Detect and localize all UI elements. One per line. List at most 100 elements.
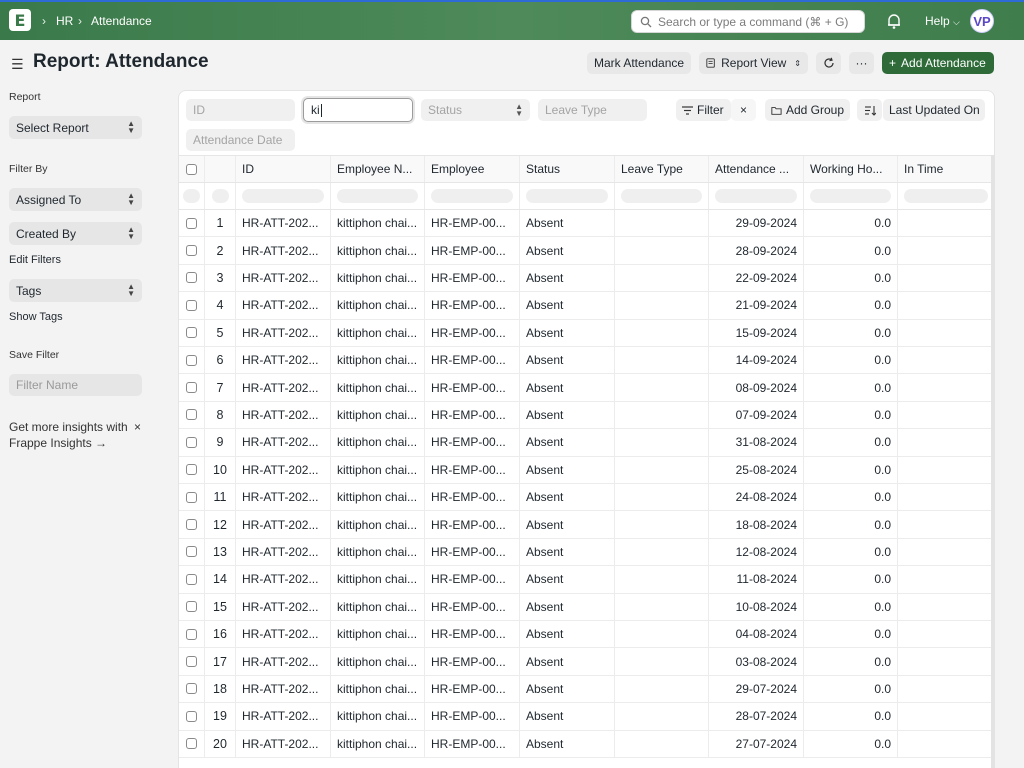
cell-status[interactable]: Absent xyxy=(520,374,615,401)
cell-attendance-date[interactable]: 08-09-2024 xyxy=(709,374,804,401)
cell-id[interactable]: HR-ATT-202... xyxy=(236,429,331,456)
table-row[interactable]: 17 HR-ATT-202... kittiphon chai... HR-EMP-0… xyxy=(179,648,994,676)
cell-in-time[interactable] xyxy=(898,676,994,702)
cell-status[interactable]: Absent xyxy=(520,319,615,346)
cell-status[interactable]: Absent xyxy=(520,292,615,319)
column-header-in-time[interactable]: In Time xyxy=(898,156,994,182)
cell-working-hours[interactable]: 0.0 xyxy=(804,210,898,237)
attendance-date-filter-input[interactable]: Attendance Date xyxy=(186,129,295,151)
table-row[interactable]: 2 HR-ATT-202... kittiphon chai... HR-EMP-00… xyxy=(179,237,994,265)
row-checkbox[interactable] xyxy=(186,299,197,311)
cell-attendance-date[interactable]: 28-09-2024 xyxy=(709,237,804,264)
cell-status[interactable]: Absent xyxy=(520,648,615,675)
cell-employee[interactable]: HR-EMP-00... xyxy=(425,456,520,483)
cell-id[interactable]: HR-ATT-202... xyxy=(236,511,331,538)
leave-type-filter-input[interactable]: Leave Type xyxy=(538,99,647,121)
cell-employee[interactable]: HR-EMP-00... xyxy=(425,730,520,757)
column-filter-input[interactable] xyxy=(715,189,797,203)
cell-working-hours[interactable]: 0.0 xyxy=(804,621,898,648)
table-row[interactable]: 7 HR-ATT-202... kittiphon chai... HR-EMP-00… xyxy=(179,374,994,402)
cell-in-time[interactable] xyxy=(898,265,994,291)
show-tags-link[interactable]: Show Tags xyxy=(9,311,63,323)
cell-working-hours[interactable]: 0.0 xyxy=(804,429,898,456)
cell-in-time[interactable] xyxy=(898,484,994,510)
table-row[interactable]: 4 HR-ATT-202... kittiphon chai... HR-EMP-00… xyxy=(179,292,994,320)
sort-order-button[interactable] xyxy=(857,99,882,121)
table-row[interactable]: 18 HR-ATT-202... kittiphon chai... HR-EMP-0… xyxy=(179,675,994,704)
cell-employee[interactable]: HR-EMP-00... xyxy=(425,648,520,675)
column-header-id[interactable]: ID xyxy=(236,156,331,182)
column-header-status[interactable]: Status xyxy=(520,156,615,182)
cell-id[interactable]: HR-ATT-202... xyxy=(236,374,331,401)
cell-leave-type[interactable] xyxy=(615,292,709,319)
cell-attendance-date[interactable]: 31-08-2024 xyxy=(709,429,804,456)
cell-employee[interactable]: HR-EMP-00... xyxy=(425,374,520,401)
cell-employee[interactable]: HR-EMP-00... xyxy=(425,347,520,374)
cell-employee-name[interactable]: kittiphon chai... xyxy=(331,210,425,237)
cell-working-hours[interactable]: 0.0 xyxy=(804,374,898,401)
cell-leave-type[interactable] xyxy=(615,347,709,374)
cell-status[interactable]: Absent xyxy=(520,401,615,429)
cell-id[interactable]: HR-ATT-202... xyxy=(236,237,331,264)
row-checkbox[interactable] xyxy=(186,573,197,585)
column-header-working-hours[interactable]: Working Ho... xyxy=(804,156,898,182)
cell-leave-type[interactable] xyxy=(615,237,709,264)
cell-status[interactable]: Absent xyxy=(520,347,615,374)
cell-in-time[interactable] xyxy=(898,237,994,263)
column-filter-input[interactable] xyxy=(242,189,324,203)
more-options-button[interactable]: ··· xyxy=(849,52,874,74)
sidebar-toggle-icon[interactable]: ☰ xyxy=(11,56,24,73)
cell-leave-type[interactable] xyxy=(615,210,709,237)
close-icon[interactable]: × xyxy=(134,420,141,434)
cell-employee-name[interactable]: kittiphon chai... xyxy=(331,347,425,374)
cell-employee-name[interactable]: kittiphon chai... xyxy=(331,703,425,730)
cell-employee[interactable]: HR-EMP-00... xyxy=(425,566,520,593)
report-view-button[interactable]: Report View ⇕ xyxy=(699,52,808,74)
cell-id[interactable]: HR-ATT-202... xyxy=(236,703,331,730)
edit-filters-link[interactable]: Edit Filters xyxy=(9,254,61,266)
cell-employee[interactable]: HR-EMP-00... xyxy=(425,237,520,264)
filter-name-input[interactable]: Filter Name xyxy=(9,374,142,396)
table-row[interactable]: 3 HR-ATT-202... kittiphon chai... HR-EMP-00… xyxy=(179,264,994,293)
clear-filter-button[interactable]: × xyxy=(731,99,756,121)
cell-employee-name[interactable]: kittiphon chai... xyxy=(331,374,425,401)
row-checkbox[interactable] xyxy=(186,327,197,339)
cell-working-hours[interactable]: 0.0 xyxy=(804,703,898,730)
cell-in-time[interactable] xyxy=(898,320,994,346)
cell-id[interactable]: HR-ATT-202... xyxy=(236,675,331,703)
cell-id[interactable]: HR-ATT-202... xyxy=(236,292,331,319)
cell-employee-name[interactable]: kittiphon chai... xyxy=(331,429,425,456)
column-filter-input[interactable] xyxy=(183,189,200,203)
column-filter-input[interactable] xyxy=(337,189,418,203)
cell-employee-name[interactable]: kittiphon chai... xyxy=(331,292,425,319)
row-checkbox[interactable] xyxy=(186,519,197,531)
row-checkbox[interactable] xyxy=(186,601,197,613)
row-checkbox[interactable] xyxy=(186,491,197,503)
cell-leave-type[interactable] xyxy=(615,511,709,538)
table-row[interactable]: 5 HR-ATT-202... kittiphon chai... HR-EMP-00… xyxy=(179,319,994,347)
app-logo[interactable]: E xyxy=(9,9,31,31)
help-menu[interactable]: Help ⌵ xyxy=(925,14,960,28)
filter-button[interactable]: Filter xyxy=(676,99,731,121)
cell-attendance-date[interactable]: 04-08-2024 xyxy=(709,621,804,648)
add-attendance-button[interactable]: + Add Attendance xyxy=(882,52,994,74)
cell-id[interactable]: HR-ATT-202... xyxy=(236,566,331,593)
row-checkbox[interactable] xyxy=(186,354,197,366)
select-all-checkbox[interactable] xyxy=(186,163,197,175)
cell-employee-name[interactable]: kittiphon chai... xyxy=(331,621,425,648)
bell-icon[interactable] xyxy=(886,12,902,30)
cell-leave-type[interactable] xyxy=(615,456,709,483)
cell-attendance-date[interactable]: 14-09-2024 xyxy=(709,347,804,374)
cell-attendance-date[interactable]: 27-07-2024 xyxy=(709,730,804,757)
cell-id[interactable]: HR-ATT-202... xyxy=(236,347,331,374)
avatar[interactable]: VP xyxy=(970,9,994,33)
cell-in-time[interactable] xyxy=(898,292,994,318)
cell-leave-type[interactable] xyxy=(615,374,709,401)
cell-attendance-date[interactable]: 24-08-2024 xyxy=(709,484,804,511)
cell-attendance-date[interactable]: 15-09-2024 xyxy=(709,319,804,346)
cell-in-time[interactable] xyxy=(898,511,994,537)
cell-leave-type[interactable] xyxy=(615,264,709,292)
cell-status[interactable]: Absent xyxy=(520,456,615,483)
table-row[interactable]: 12 HR-ATT-202... kittiphon chai... HR-EMP-0… xyxy=(179,511,994,539)
cell-id[interactable]: HR-ATT-202... xyxy=(236,648,331,675)
